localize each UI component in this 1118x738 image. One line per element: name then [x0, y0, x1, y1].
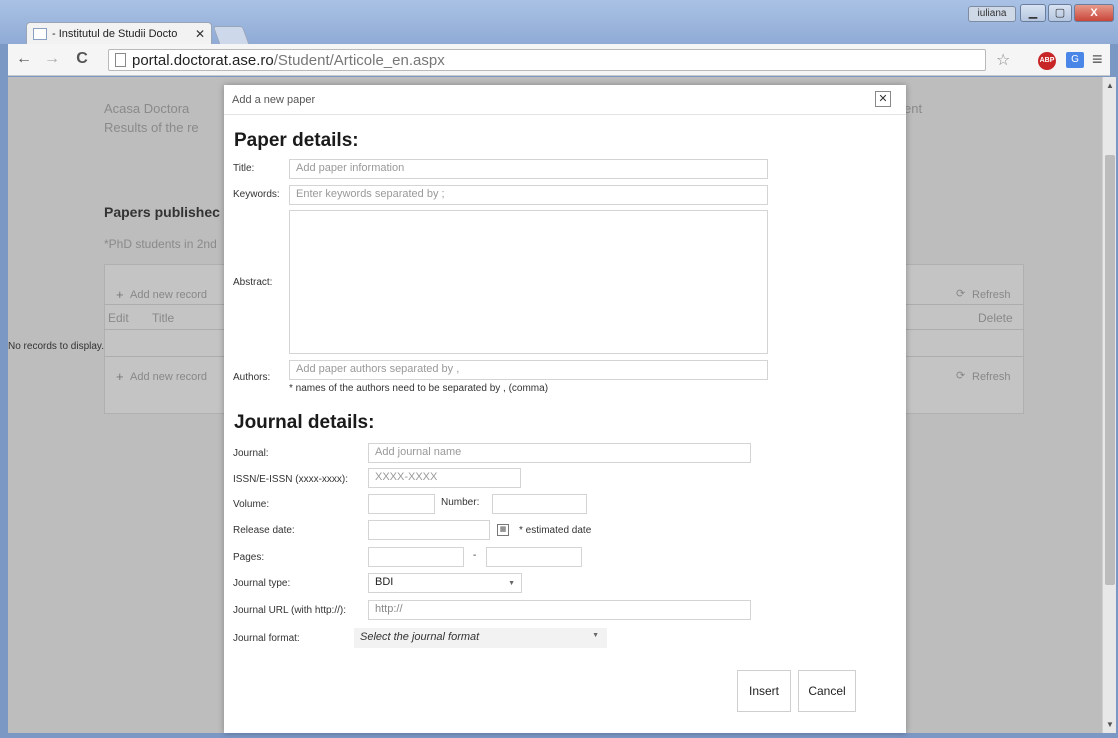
refresh-bottom: Refresh: [972, 371, 1011, 383]
nav-menu: Acasa Doctora: [104, 101, 190, 116]
pages-end-input[interactable]: [486, 547, 582, 567]
authors-input[interactable]: Add paper authors separated by ,: [289, 360, 768, 380]
authors-label: Authors:: [233, 372, 271, 383]
url-host: portal.doctorat.ase.ro: [132, 51, 274, 69]
refresh-icon: ⟳: [956, 370, 966, 382]
bookmark-star-icon[interactable]: ☆: [996, 50, 1010, 70]
translate-icon[interactable]: G: [1066, 52, 1084, 68]
volume-label: Volume:: [233, 499, 270, 510]
col-delete: Delete: [978, 311, 1013, 325]
journal-format-select[interactable]: Select the journal format ▼: [354, 628, 607, 648]
pages-start-input[interactable]: [368, 547, 464, 567]
pages-label: Pages:: [233, 552, 265, 563]
paper-details-heading: Paper details:: [234, 130, 359, 151]
adblock-icon[interactable]: ABP: [1038, 52, 1056, 70]
pages-dash: -: [473, 550, 477, 561]
journal-format-label: Journal format:: [233, 633, 300, 644]
calendar-icon[interactable]: ▦: [497, 524, 509, 536]
scroll-down-icon[interactable]: ▼: [1106, 720, 1114, 729]
scroll-thumb[interactable]: [1105, 155, 1115, 585]
title-label: Title:: [233, 163, 255, 174]
refresh-top: Refresh: [972, 289, 1011, 301]
maximize-button[interactable]: ▢: [1048, 4, 1072, 22]
address-bar[interactable]: portal.doctorat.ase.ro/Student/Articole_…: [108, 49, 986, 71]
journal-type-select[interactable]: BDI ▼: [368, 573, 522, 593]
favicon-icon: [33, 27, 47, 40]
nav-menu-tail: ent: [904, 101, 923, 116]
plus-icon: +: [116, 369, 124, 384]
cancel-button[interactable]: Cancel: [798, 670, 856, 712]
journal-url-label: Journal URL (with http://):: [233, 605, 347, 616]
menu-icon[interactable]: ≡: [1092, 49, 1103, 70]
url-path: /Student/Articole_en.aspx: [273, 51, 445, 69]
journal-input[interactable]: Add journal name: [368, 443, 751, 463]
forward-icon[interactable]: →: [42, 50, 62, 68]
keywords-input[interactable]: Enter keywords separated by ;: [289, 185, 768, 205]
journal-type-value: BDI: [375, 576, 394, 588]
reload-icon[interactable]: C: [72, 50, 92, 68]
user-profile-badge[interactable]: iuliana: [968, 6, 1016, 22]
new-tab-button[interactable]: [212, 26, 250, 44]
tab-title: - Institutul de Studii Docto: [52, 27, 178, 40]
journal-url-input[interactable]: http://: [368, 600, 751, 620]
plus-icon: +: [116, 287, 124, 302]
nav-submenu: Results of the re: [104, 120, 199, 135]
browser-toolbar: ← → C portal.doctorat.ase.ro/Student/Art…: [8, 44, 1110, 76]
refresh-icon: ⟳: [956, 288, 966, 300]
abstract-textarea[interactable]: [289, 210, 768, 354]
journal-details-heading: Journal details:: [234, 412, 375, 433]
chevron-down-icon: ▼: [592, 632, 599, 639]
dialog-header: Add a new paper ✕: [224, 85, 906, 115]
dialog-title: Add a new paper: [232, 94, 316, 106]
col-title: Title: [152, 311, 175, 325]
minimize-button[interactable]: ▁: [1020, 4, 1046, 22]
journal-label: Journal:: [233, 448, 269, 459]
add-record-bottom: Add new record: [130, 371, 208, 383]
release-date-label: Release date:: [233, 525, 295, 536]
issn-label: ISSN/E-ISSN (xxxx-xxxx):: [233, 474, 349, 485]
browser-tab[interactable]: - Institutul de Studii Docto ✕: [26, 22, 212, 44]
estimated-date-note: * estimated date: [519, 525, 592, 536]
insert-button[interactable]: Insert: [737, 670, 791, 712]
dialog-close-button[interactable]: ✕: [875, 91, 891, 107]
release-date-input[interactable]: [368, 520, 490, 540]
issn-input[interactable]: XXXX-XXXX: [368, 468, 521, 488]
add-paper-dialog: Add a new paper ✕ Paper details: Title: …: [224, 85, 906, 733]
number-input[interactable]: [492, 494, 587, 514]
tab-close-icon[interactable]: ✕: [195, 27, 205, 41]
paper-title-input[interactable]: Add paper information: [289, 159, 768, 179]
scroll-up-icon[interactable]: ▲: [1106, 81, 1114, 90]
journal-type-label: Journal type:: [233, 578, 291, 589]
papers-heading: Papers publishec: [104, 204, 220, 220]
authors-note: * names of the authors need to be separa…: [289, 383, 549, 394]
col-edit: Edit: [108, 311, 129, 325]
journal-format-value: Select the journal format: [360, 631, 480, 643]
add-record-top: Add new record: [130, 289, 208, 301]
phd-note: *PhD students in 2nd: [104, 237, 217, 251]
volume-input[interactable]: [368, 494, 435, 514]
no-records: No records to display.: [8, 341, 104, 352]
close-window-button[interactable]: X: [1074, 4, 1114, 22]
page-scrollbar[interactable]: ▲ ▼: [1102, 77, 1116, 733]
back-icon[interactable]: ←: [14, 50, 34, 68]
number-label: Number:: [441, 497, 480, 508]
chevron-down-icon: ▼: [508, 580, 515, 587]
keywords-label: Keywords:: [233, 189, 280, 200]
page-icon: [115, 53, 126, 67]
abstract-label: Abstract:: [233, 277, 273, 288]
